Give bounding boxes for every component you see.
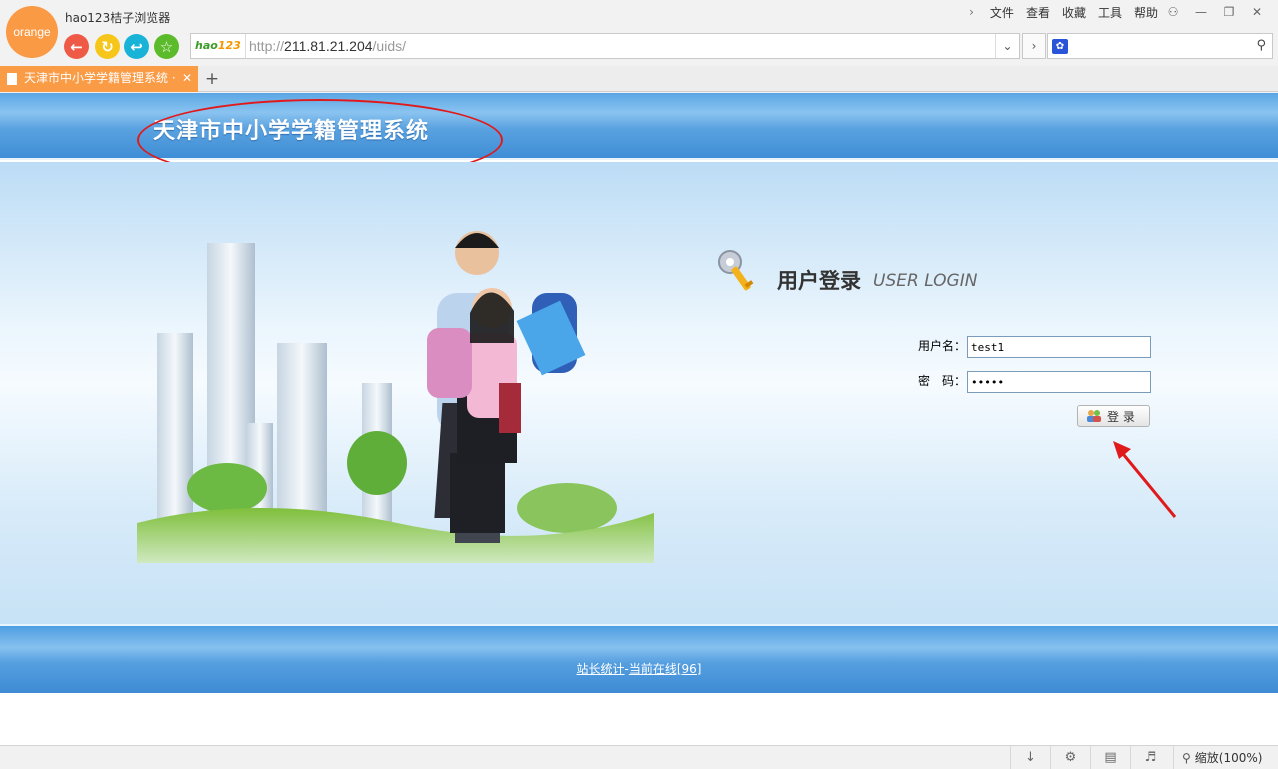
login-button[interactable]: 登 录 bbox=[1077, 405, 1150, 427]
users-icon bbox=[1087, 410, 1101, 422]
volume-button[interactable]: ♬ bbox=[1130, 746, 1170, 769]
plus-icon: + bbox=[204, 69, 220, 89]
key-icon bbox=[718, 250, 754, 291]
tab-close-icon[interactable]: ✕ bbox=[182, 66, 192, 91]
undo-icon: ↩ bbox=[130, 37, 143, 56]
baidu-paw-icon[interactable]: ✿ bbox=[1052, 39, 1068, 54]
menu-file[interactable]: 文件 bbox=[990, 4, 1014, 21]
address-divider bbox=[245, 34, 246, 58]
tab-strip: 天津市中小学学籍管理系统 · ✕ + bbox=[0, 66, 1278, 92]
window-mode-button[interactable]: ▤ bbox=[1090, 746, 1130, 769]
password-input[interactable] bbox=[967, 371, 1151, 393]
window-icon: ▤ bbox=[1104, 750, 1117, 765]
login-button-label: 登 录 bbox=[1107, 409, 1135, 424]
online-count-link[interactable]: 当前在线[96] bbox=[629, 662, 702, 676]
chevron-down-icon: ⌄ bbox=[1002, 39, 1013, 53]
status-bar: ↓ ⚙ ▤ ♬ ⚲ 缩放(100%) bbox=[0, 745, 1278, 769]
username-input[interactable] bbox=[967, 336, 1151, 358]
download-button[interactable]: ↓ bbox=[1010, 746, 1050, 769]
undo-close-button[interactable]: ↩ bbox=[124, 34, 149, 59]
speaker-icon: ♬ bbox=[1144, 750, 1157, 765]
chevron-right-icon: › bbox=[1031, 39, 1037, 53]
page-header: 天津市中小学学籍管理系统 bbox=[0, 93, 1278, 181]
page-viewport: 天津市中小学学籍管理系统 用户登录 USER LOGIN 用户名： test1 … bbox=[0, 93, 1278, 745]
menu-help[interactable]: 帮助 bbox=[1134, 4, 1158, 21]
zoom-control[interactable]: ⚲ 缩放(100%) bbox=[1173, 746, 1278, 769]
arrow-left-icon: ← bbox=[70, 37, 83, 56]
search-box[interactable]: ✿ ⚲ bbox=[1047, 33, 1273, 59]
browser-titlebar: orange hao123桔子浏览器 ← ↻ ↩ ☆ › 文件 查看 收藏 工具… bbox=[0, 0, 1278, 66]
address-text[interactable]: http://211.81.21.204/uids/ bbox=[249, 38, 406, 54]
favorite-button[interactable]: ☆ bbox=[154, 34, 179, 59]
gear-icon: ⚙ bbox=[1064, 750, 1077, 765]
hao123-logo: hao123 bbox=[195, 39, 241, 52]
address-bar[interactable]: hao123 http://211.81.21.204/uids/ ⌄ bbox=[190, 33, 1020, 59]
menu-tools[interactable]: 工具 bbox=[1098, 4, 1122, 21]
minimize-icon[interactable]: — bbox=[1188, 5, 1214, 19]
chevron-right-icon[interactable]: › bbox=[969, 5, 974, 19]
tab-title: 天津市中小学学籍管理系统 · bbox=[24, 71, 176, 85]
back-button[interactable]: ← bbox=[64, 34, 89, 59]
tab-active[interactable]: 天津市中小学学籍管理系统 · ✕ bbox=[0, 66, 198, 92]
browser-logo: orange bbox=[6, 6, 58, 58]
go-button[interactable]: › bbox=[1022, 33, 1046, 59]
username-label: 用户名： bbox=[918, 339, 967, 353]
close-icon[interactable]: ✕ bbox=[1244, 5, 1270, 19]
skin-icon[interactable]: ⚇ bbox=[1160, 5, 1186, 19]
zoom-level: 缩放(100%) bbox=[1194, 751, 1263, 765]
footer-links: 站长统计-当前在线[96] bbox=[0, 660, 1278, 677]
menu-view[interactable]: 查看 bbox=[1026, 4, 1050, 21]
settings-button[interactable]: ⚙ bbox=[1050, 746, 1090, 769]
search-icon[interactable]: ⚲ bbox=[1256, 38, 1266, 53]
password-label: 密 码： bbox=[918, 374, 967, 388]
address-dropdown-button[interactable]: ⌄ bbox=[995, 34, 1019, 58]
stats-link[interactable]: 站长统计 bbox=[577, 662, 625, 676]
menu-favorites[interactable]: 收藏 bbox=[1062, 4, 1086, 21]
students-city-illustration bbox=[137, 231, 654, 563]
refresh-button[interactable]: ↻ bbox=[95, 34, 120, 59]
browser-app-name: hao123桔子浏览器 bbox=[65, 11, 171, 25]
restore-icon[interactable]: ❐ bbox=[1216, 5, 1242, 19]
download-icon: ↓ bbox=[1025, 750, 1036, 765]
page-icon bbox=[7, 73, 17, 85]
menu-bar: › 文件 查看 收藏 工具 帮助 ⚇ — ❐ ✕ bbox=[969, 3, 1270, 21]
star-icon: ☆ bbox=[159, 37, 174, 56]
annotation-arrow bbox=[1113, 441, 1177, 518]
login-title: 用户登录 bbox=[777, 269, 861, 293]
page-footer: 站长统计-当前在线[96] bbox=[0, 624, 1278, 693]
magnifier-icon: ⚲ bbox=[1182, 750, 1191, 765]
login-subtitle: USER LOGIN bbox=[873, 271, 978, 291]
refresh-icon: ↻ bbox=[101, 37, 114, 56]
new-tab-button[interactable]: + bbox=[202, 68, 222, 90]
